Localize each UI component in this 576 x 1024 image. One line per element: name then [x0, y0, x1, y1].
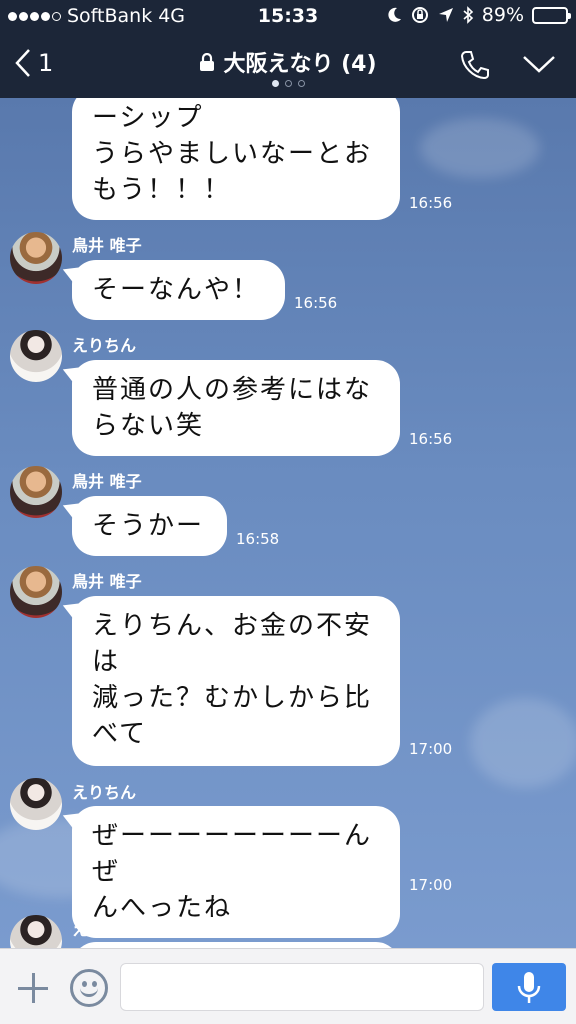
rotation-lock-icon: [411, 7, 428, 23]
moon-icon: [388, 7, 401, 22]
message-bubble[interactable]: ーシップ うらやましいなーとお もう！！！: [72, 98, 400, 220]
status-bar: SoftBank 4G 15:33 89%: [0, 0, 576, 32]
message-timestamp: 16:58: [236, 530, 280, 548]
call-button[interactable]: [458, 48, 492, 86]
message-bubble[interactable]: そーなんや！: [72, 260, 285, 320]
add-attachment-button[interactable]: [16, 971, 50, 1005]
page-dot: [297, 80, 305, 87]
microphone-icon: [517, 972, 541, 1003]
phone-icon: [460, 51, 489, 80]
sender-name: えりちん: [72, 920, 137, 939]
sender-name: 鳥井 唯子: [72, 572, 142, 591]
page-dot: [271, 80, 279, 87]
sender-name: 鳥井 唯子: [72, 472, 142, 491]
avatar[interactable]: [10, 778, 62, 830]
avatar[interactable]: [10, 466, 62, 518]
voice-input-button[interactable]: [492, 963, 566, 1011]
chat-title-text: 大阪えなり (4): [223, 52, 377, 77]
message-timestamp: 16:56: [409, 194, 453, 212]
avatar[interactable]: [10, 232, 62, 284]
message-input-bar: [0, 948, 576, 1024]
background-cloud: [420, 118, 540, 178]
battery-icon: [532, 6, 571, 24]
sender-name: えりちん: [72, 336, 137, 355]
sticker-button[interactable]: [70, 969, 108, 1007]
page-dot: [284, 80, 292, 87]
chat-area[interactable]: ーシップ うらやましいなーとお もう！！！ 16:56 鳥井 唯子 そーなんや！ 16:…: [0, 98, 576, 948]
chat-header: 1 大阪えなり (4): [0, 32, 576, 98]
message-timestamp: 17:00: [409, 740, 453, 758]
avatar[interactable]: [10, 330, 62, 382]
menu-toggle-button[interactable]: [522, 54, 556, 78]
message-timestamp: 17:00: [409, 876, 453, 894]
bluetooth-icon: [463, 6, 473, 24]
avatar[interactable]: [10, 915, 62, 948]
message-bubble[interactable]: えりちん、お金の不安 は 減った？むかしから比 べて: [72, 596, 400, 766]
avatar[interactable]: [10, 566, 62, 618]
lock-icon: [200, 53, 215, 71]
message-input[interactable]: [120, 963, 484, 1011]
sender-name: えりちん: [72, 783, 137, 802]
message-bubble[interactable]: 普通の人の参考にはな らない笑: [72, 360, 400, 456]
message-timestamp: 16:56: [409, 430, 453, 448]
location-icon: [438, 8, 453, 22]
chevron-down-icon: [523, 56, 555, 73]
sender-name: 鳥井 唯子: [72, 236, 142, 255]
message-bubble[interactable]: そうかー: [72, 496, 227, 556]
battery-percent: 89%: [481, 4, 524, 26]
message-timestamp: 16:56: [294, 294, 338, 312]
background-cloud: [470, 698, 576, 788]
status-right: 89%: [388, 4, 571, 26]
